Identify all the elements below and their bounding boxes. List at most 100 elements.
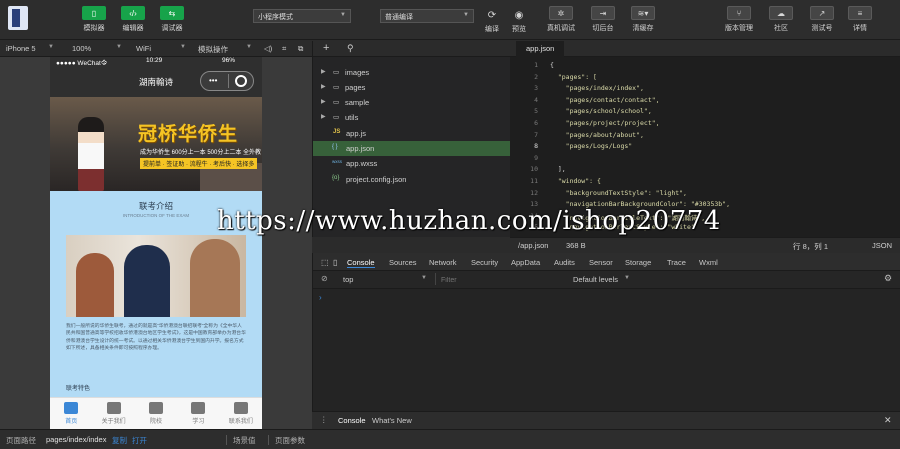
drawer-tab-whatsnew[interactable]: What's New	[372, 416, 412, 425]
inspect-icon[interactable]: ⬚	[321, 258, 329, 267]
debugger-button[interactable]: ⇆ 调试器	[152, 6, 192, 33]
line-number: 1	[534, 61, 538, 69]
user-icon	[106, 402, 121, 414]
tree-folder-images[interactable]: ▶ ▭ images	[313, 65, 511, 80]
config-file-icon: {o}	[332, 175, 340, 181]
line-number: 15	[530, 223, 538, 232]
clear-cache-button[interactable]: ≋▾ 清缓存	[623, 6, 663, 33]
gear-icon[interactable]: ⚙	[884, 273, 892, 284]
simulate-select[interactable]: 模拟操作	[198, 44, 228, 55]
person-figure	[124, 245, 170, 317]
console-prompt[interactable]: ›	[319, 293, 322, 302]
phone-status-bar: ●●●●● WeChat令 10:29 96%	[50, 57, 262, 67]
rotate-icon[interactable]: ⌗	[282, 44, 286, 54]
open-link[interactable]: 打开	[132, 435, 147, 446]
tab-app-json[interactable]: app.json	[516, 41, 565, 57]
device-toggle-icon[interactable]: ▯	[333, 258, 337, 267]
hero-banner[interactable]: 冠桥华侨生 成为华侨生 600分上一本 500分上二本 全外教 提前单 · 签证…	[50, 97, 262, 191]
tree-file-app-js[interactable]: JS app.js	[313, 126, 511, 141]
line-number: 12	[530, 188, 538, 197]
devtools-tab-audits[interactable]: Audits	[554, 258, 575, 267]
tree-folder-sample[interactable]: ▶ ▭ sample	[313, 95, 511, 110]
code-line: "pages/project/project",	[550, 119, 660, 127]
tree-file-app-json[interactable]: { } app.json	[313, 141, 511, 156]
line-number: 14	[530, 211, 538, 220]
line-number: 4	[534, 95, 538, 104]
devtools-tab-appdata[interactable]: AppData	[511, 258, 540, 267]
devtools-tab-security[interactable]: Security	[471, 258, 498, 267]
test-account-button[interactable]: ↗ 测试号	[802, 6, 842, 33]
devtools-tab-sensor[interactable]: Sensor	[589, 258, 613, 267]
line-number: 6	[534, 119, 538, 127]
tab-study[interactable]: 学习	[177, 398, 219, 429]
preview-button[interactable]: ◉ 预览	[499, 10, 539, 34]
mute-icon[interactable]: ◁)	[264, 44, 272, 53]
capsule-menu[interactable]: •••	[200, 71, 254, 91]
tree-file-app-wxss[interactable]: wxss app.wxss	[313, 156, 511, 171]
banner-title: 冠桥华侨生	[138, 123, 239, 145]
tab-about[interactable]: 关于我们	[92, 398, 134, 429]
more-icon[interactable]: •••	[209, 76, 217, 85]
levels-select[interactable]: Default levels	[573, 275, 618, 284]
banner-tags: 提前单 · 签证助 · 流程牛 · 考后快 · 选择多	[140, 158, 258, 169]
background-button[interactable]: ⇥ 切后台	[583, 6, 623, 33]
tab-schools[interactable]: 院校	[135, 398, 177, 429]
eye-icon: ◉	[514, 10, 524, 21]
language-mode[interactable]: JSON	[872, 241, 892, 250]
copy-link[interactable]: 复制	[112, 435, 127, 446]
folder-icon: ▭	[333, 114, 340, 121]
tab-home[interactable]: 首页	[50, 398, 92, 429]
community-button[interactable]: ☁ 社区	[761, 6, 801, 33]
search-icon[interactable]: ⚲	[347, 43, 354, 54]
version-button[interactable]: ⑂ 版本管理	[719, 6, 759, 33]
battery: 96%	[222, 57, 236, 64]
tree-folder-pages[interactable]: ▶ ▭ pages	[313, 80, 511, 95]
devtools-tab-storage[interactable]: Storage	[625, 258, 651, 267]
compile-select[interactable]: 普通编译 ▼	[380, 9, 474, 23]
external-link-icon: ↗	[810, 6, 834, 20]
close-icon[interactable]: ✕	[884, 415, 892, 426]
devtools-tab-network[interactable]: Network	[429, 258, 457, 267]
devtools-tab-console[interactable]: Console	[347, 258, 375, 268]
main-toolbar: ▯ 模拟器 ‹/› 编辑器 ⇆ 调试器 小程序模式 ▼ 普通编译 ▼ ⟳ 编译 ◉ 预览 ✲ 真…	[0, 0, 900, 40]
tree-file-project-config[interactable]: {o} project.config.json	[313, 172, 511, 187]
zoom-select[interactable]: 100%	[72, 44, 91, 53]
mode-select[interactable]: 小程序模式 ▼	[253, 9, 351, 23]
code-line: "pages": [	[550, 72, 597, 81]
filter-input[interactable]	[441, 274, 561, 286]
device-select[interactable]: iPhone 5	[6, 44, 36, 53]
tab-contact[interactable]: 联系我们	[220, 398, 262, 429]
context-select[interactable]: top	[343, 275, 353, 284]
simulator-button[interactable]: ▯ 模拟器	[74, 6, 114, 33]
popout-icon[interactable]: ⧉	[298, 44, 303, 54]
details-button[interactable]: ≡ 详情	[840, 6, 880, 33]
cursor-position[interactable]: 行 8，列 1	[793, 241, 828, 252]
devtools-tab-trace[interactable]: Trace	[667, 258, 686, 267]
tree-folder-utils[interactable]: ▶ ▭ utils	[313, 110, 511, 125]
network-select[interactable]: WiFi	[136, 44, 151, 53]
code-line: ],	[550, 165, 566, 174]
devtools-panel: ⬚ ▯ Console Sources Network Security AppData…	[312, 253, 900, 429]
devtools-tab-sources[interactable]: Sources	[389, 258, 417, 267]
chevron-down-icon: ▼	[624, 275, 630, 281]
devtools-tab-wxml[interactable]: Wxml	[699, 258, 718, 267]
chevron-down-icon: ▼	[340, 12, 346, 18]
real-debug-button[interactable]: ✲ 真机调试	[541, 6, 581, 33]
phone-nav-bar: 湖南翰诗 •••	[50, 65, 262, 97]
close-circle-icon[interactable]	[235, 75, 247, 87]
clear-console-icon[interactable]: ⊘	[321, 274, 328, 283]
page-params[interactable]: 页面参数	[275, 435, 305, 446]
line-number: 5	[534, 107, 538, 116]
kebab-icon[interactable]: ⋮	[320, 415, 328, 424]
chevron-down-icon: ▼	[180, 44, 186, 50]
code-editor[interactable]: 1 {2 "pages": [3 "pages/index/index", 4 "p…	[510, 57, 900, 237]
code-line: "pages/index/index",	[550, 84, 644, 93]
line-number: 11	[530, 177, 538, 185]
add-icon[interactable]: +	[323, 42, 329, 54]
drawer-tab-console[interactable]: Console	[338, 416, 366, 425]
code-line: "window": {	[550, 177, 601, 185]
editor-button[interactable]: ‹/› 编辑器	[113, 6, 153, 33]
code-line: "navigationBarTitleText": "湖南翰诗",	[550, 213, 706, 222]
app-logo	[8, 6, 28, 30]
scene-value[interactable]: 场景值	[233, 435, 256, 446]
